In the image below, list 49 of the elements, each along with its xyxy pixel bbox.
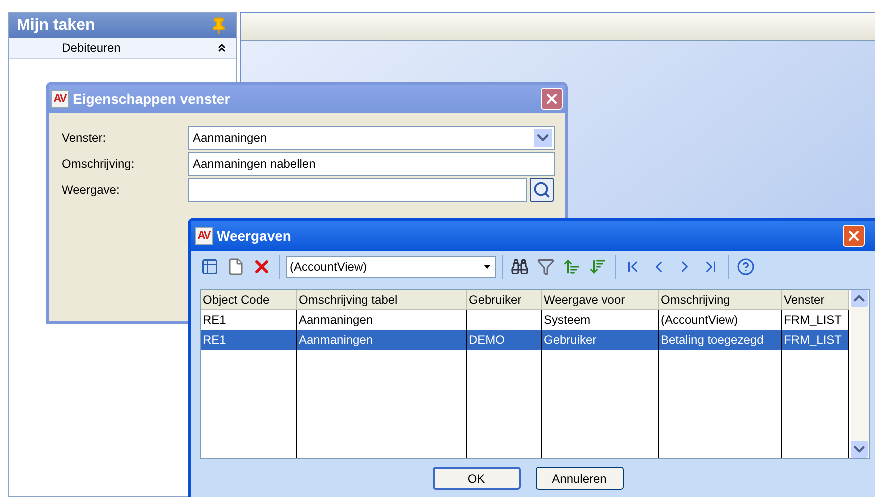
text-field[interactable]: Aanmaningen nabellen [188,152,555,176]
field-label: Venster: [62,130,108,147]
table-cell: Betaling toegezegd [659,330,782,350]
task-panel-title: Mijn taken [17,16,96,36]
filter-icon [537,258,555,276]
table-row[interactable]: RE1 Aanmaningen DEMO Gebruiker Betaling toegezegd FRM_LIST [201,330,849,350]
new-document-icon [227,258,245,276]
pin-icon[interactable] [210,16,228,34]
column-header[interactable]: Omschrijving tabel [297,290,467,309]
task-group-header[interactable]: Debiteuren [9,38,236,59]
table-cell: Gebruiker [542,330,659,350]
sort-ascending-icon [563,258,581,276]
help-tool[interactable] [735,256,757,278]
text-field[interactable] [188,178,527,202]
dropdown-field[interactable]: Aanmaningen [188,126,555,150]
close-icon [544,91,560,107]
binoculars-icon [511,258,529,276]
scroll-down-icon[interactable] [851,441,868,458]
close-button[interactable] [541,88,563,110]
sort-descending-icon [589,258,607,276]
table-cell: RE1 [201,330,297,350]
collapse-icon[interactable] [216,42,228,54]
app-logo: AV [195,227,213,245]
scroll-up-icon[interactable] [851,290,868,307]
column-header[interactable]: Weergave voor [542,290,659,309]
dialog-title: Eigenschappen venster [73,90,232,109]
column-header[interactable]: Gebruiker [467,290,542,309]
dropdown-arrow-icon[interactable] [484,265,491,269]
lookup-button[interactable] [530,178,554,202]
column-header[interactable]: Omschrijving [659,290,782,309]
column-header[interactable]: Venster [782,290,849,309]
close-icon [846,228,862,244]
view-select[interactable]: (AccountView) [286,256,496,278]
field-label: Weergave: [62,182,121,199]
table-cell: FRM_LIST [782,330,849,350]
form-icon [201,258,219,276]
close-button[interactable] [843,225,865,247]
scrollbar[interactable] [851,290,869,458]
help-icon [737,258,755,276]
dialog-button[interactable]: Annuleren [536,467,624,490]
dialog-button[interactable]: OK [432,467,520,490]
app-logo: AV [51,90,69,108]
dialog-title: Weergaven [217,226,292,246]
search-icon [533,181,551,199]
table-cell: Aanmaningen [297,330,467,350]
field-label: Omschrijving: [62,156,136,173]
column-header[interactable]: Object Code [201,290,297,309]
table-row[interactable]: RE1 Aanmaningen Systeem (AccountView) FRM_LIST [201,310,849,330]
table-cell: DEMO [467,330,542,350]
